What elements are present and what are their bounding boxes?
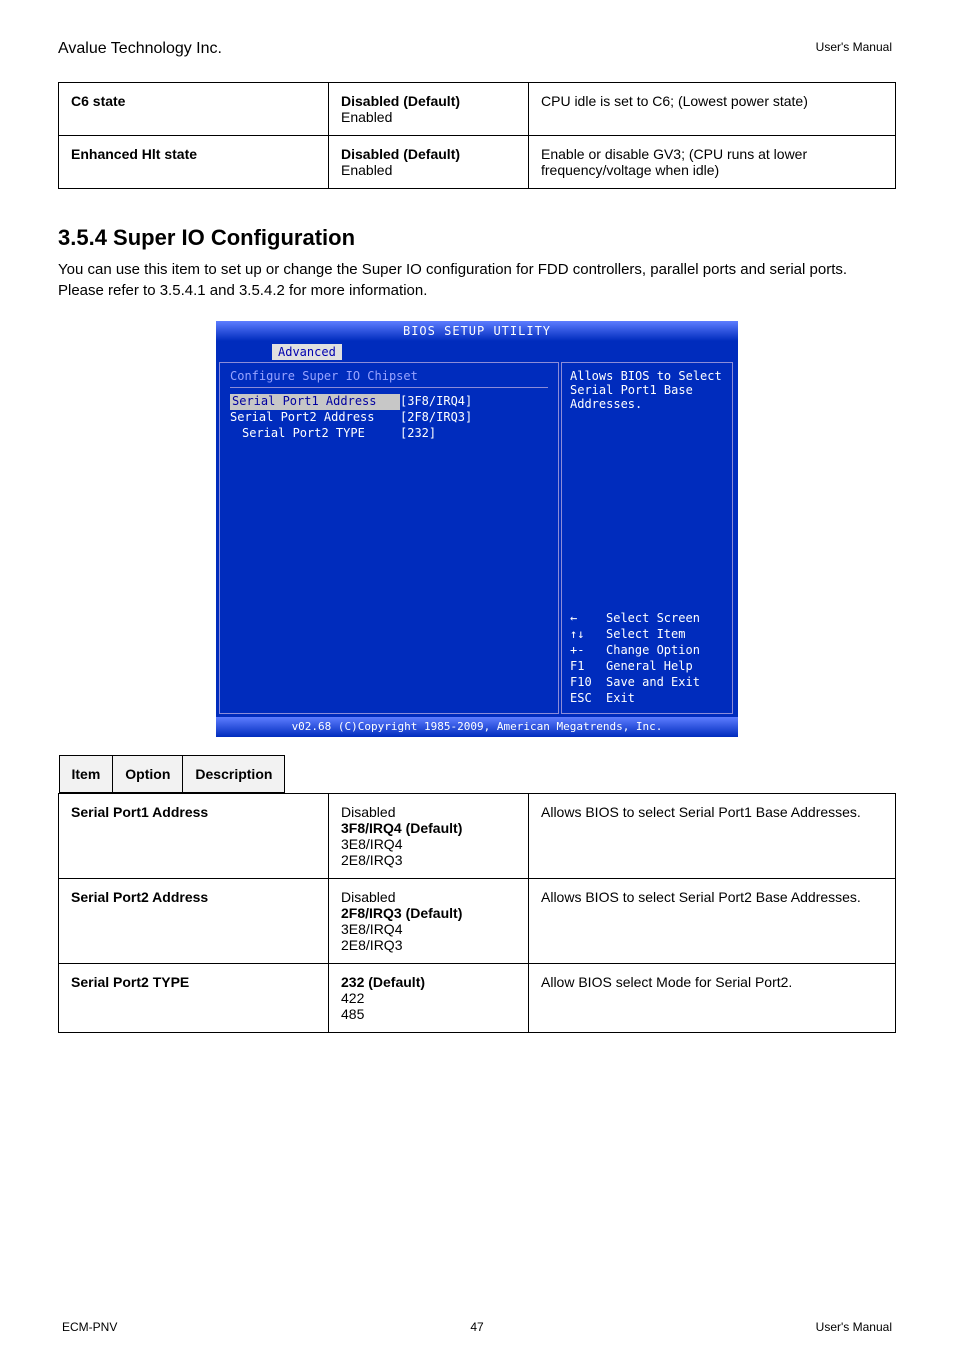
footer-manual: User's Manual — [816, 1320, 892, 1334]
bios-key-legend: ←Select Screen↑↓Select Item+-Change Opti… — [570, 611, 724, 707]
bios-screenshot: BIOS SETUP UTILITY Advanced Configure Su… — [216, 321, 738, 737]
bios-key: ↑↓ — [570, 627, 606, 643]
table-cell-option: Disabled2F8/IRQ3 (Default)3E8/IRQ42E8/IR… — [329, 879, 529, 964]
bios-key: +- — [570, 643, 606, 659]
bios-setting-value: [2F8/IRQ3] — [400, 410, 472, 426]
bios-divider — [230, 387, 548, 388]
footer-model: ECM-PNV — [62, 1320, 117, 1334]
table-cell-option: Disabled (Default)Enabled — [329, 83, 529, 136]
table-row: Serial Port2 TYPE232 (Default)422485Allo… — [59, 964, 896, 1033]
bios-tab-advanced[interactable]: Advanced — [272, 344, 342, 360]
table-row: Enhanced Hlt stateDisabled (Default)Enab… — [59, 136, 896, 189]
bios-key: ESC — [570, 691, 606, 707]
section-title: 3.5.4 Super IO Configuration — [58, 225, 896, 251]
bios-key-action: Change Option — [606, 643, 700, 659]
bios-setting-row[interactable]: Serial Port1 Address[3F8/IRQ4] — [230, 394, 548, 410]
bios-key-row: +-Change Option — [570, 643, 724, 659]
table-cell-description: Allows BIOS to select Serial Port2 Base … — [529, 879, 896, 964]
table-cell-description: Enable or disable GV3; (CPU runs at lowe… — [529, 136, 896, 189]
table-cell-option: Disabled3F8/IRQ4 (Default)3E8/IRQ42E8/IR… — [329, 794, 529, 879]
bios-setting-row[interactable]: Serial Port2 TYPE[232] — [230, 426, 548, 442]
table-cell-option: Disabled (Default)Enabled — [329, 136, 529, 189]
bios-footer: v02.68 (C)Copyright 1985-2009, American … — [216, 717, 738, 737]
bios-key-row: ←Select Screen — [570, 611, 724, 627]
bios-right-pane: Allows BIOS to Select Serial Port1 Base … — [561, 362, 733, 714]
page-number: 47 — [470, 1320, 483, 1334]
bios-left-pane: Configure Super IO Chipset Serial Port1 … — [219, 362, 559, 714]
table-row: Serial Port1 AddressDisabled3F8/IRQ4 (De… — [59, 794, 896, 879]
table-header-cell: Item — [59, 756, 113, 793]
bios-help-text: Allows BIOS to Select Serial Port1 Base … — [570, 369, 724, 411]
bios-setting-label: Serial Port2 Address — [230, 410, 400, 426]
bios-setting-value: [3F8/IRQ4] — [400, 394, 472, 410]
table-cell-item: Serial Port2 Address — [59, 879, 329, 964]
table-cell-description: Allows BIOS to select Serial Port1 Base … — [529, 794, 896, 879]
bios-setting-row[interactable]: Serial Port2 Address[2F8/IRQ3] — [230, 410, 548, 426]
bios-key: F10 — [570, 675, 606, 691]
bios-tabbar: Advanced — [216, 341, 738, 359]
table-header-cell: Option — [113, 756, 183, 793]
page-header: Avalue Technology Inc. User's Manual — [58, 40, 896, 64]
section-paragraph: You can use this item to set up or chang… — [58, 259, 896, 301]
header-manual: User's Manual — [816, 40, 892, 54]
table-cell-description: Allow BIOS select Mode for Serial Port2. — [529, 964, 896, 1033]
bios-heading: Configure Super IO Chipset — [230, 369, 548, 383]
bios-key-row: ↑↓Select Item — [570, 627, 724, 643]
bios-key-row: F10Save and Exit — [570, 675, 724, 691]
bios-body: Configure Super IO Chipset Serial Port1 … — [216, 359, 738, 717]
bios-setting-label: Serial Port2 TYPE — [230, 426, 400, 442]
header-company: Avalue Technology Inc. — [58, 40, 222, 57]
table-cell-item: Enhanced Hlt state — [59, 136, 329, 189]
bios-setting-value: [232] — [400, 426, 436, 442]
table-cell-item: Serial Port1 Address — [59, 794, 329, 879]
bios-titlebar: BIOS SETUP UTILITY — [216, 321, 738, 341]
bios-key-action: Save and Exit — [606, 675, 700, 691]
bios-key-action: Exit — [606, 691, 635, 707]
bios-setting-label: Serial Port1 Address — [230, 394, 400, 410]
bios-key-row: ESCExit — [570, 691, 724, 707]
table-row: C6 stateDisabled (Default)EnabledCPU idl… — [59, 83, 896, 136]
bios-key: F1 — [570, 659, 606, 675]
table-cell-item: C6 state — [59, 83, 329, 136]
bios-key-row: F1General Help — [570, 659, 724, 675]
options-table-1: C6 stateDisabled (Default)EnabledCPU idl… — [58, 82, 896, 189]
table-cell-option: 232 (Default)422485 — [329, 964, 529, 1033]
bios-key: ← — [570, 611, 606, 627]
bios-key-action: Select Screen — [606, 611, 700, 627]
options-table-2: ItemOptionDescription Serial Port1 Addre… — [58, 755, 896, 1033]
bios-key-action: General Help — [606, 659, 693, 675]
table-row: Serial Port2 AddressDisabled2F8/IRQ3 (De… — [59, 879, 896, 964]
bios-key-action: Select Item — [606, 627, 685, 643]
table-header-cell: Description — [183, 756, 285, 793]
table-cell-item: Serial Port2 TYPE — [59, 964, 329, 1033]
table-cell-description: CPU idle is set to C6; (Lowest power sta… — [529, 83, 896, 136]
